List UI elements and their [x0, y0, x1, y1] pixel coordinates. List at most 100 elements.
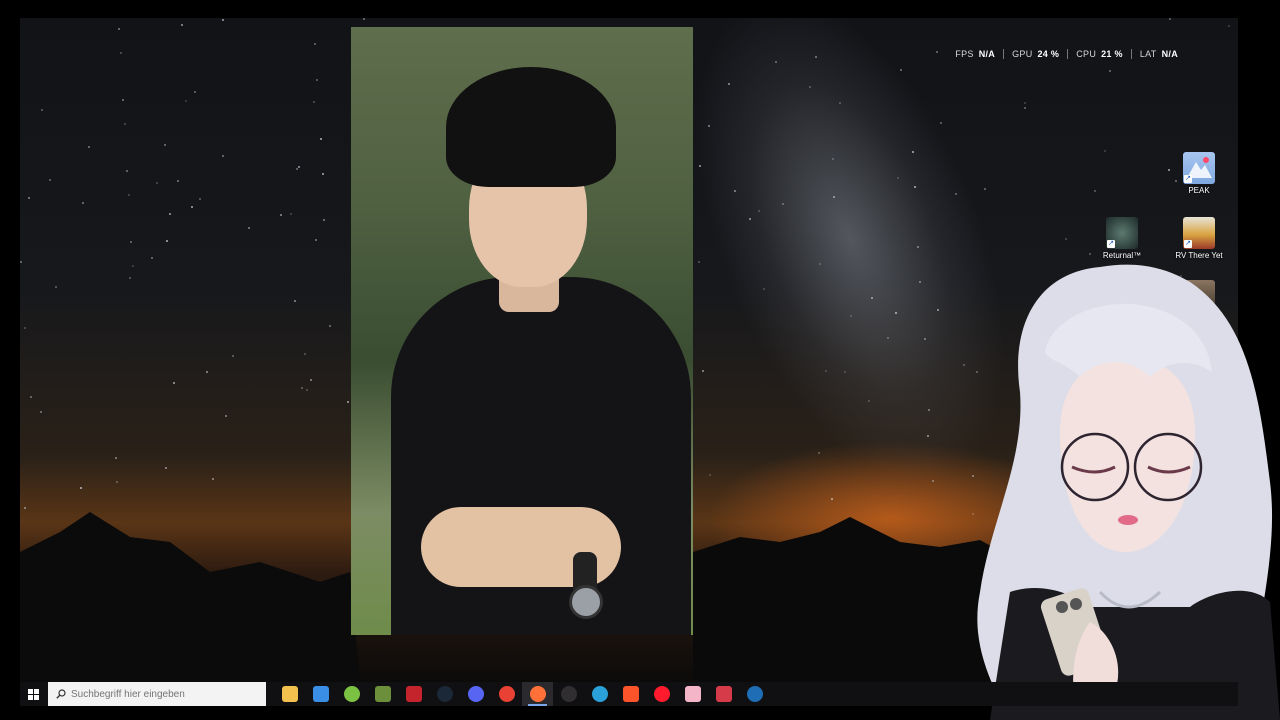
- star: [702, 370, 704, 372]
- star: [955, 193, 957, 195]
- star: [895, 312, 897, 314]
- taskbar-app-discord[interactable]: [460, 682, 491, 706]
- star: [825, 370, 827, 372]
- edge-icon: [591, 686, 608, 702]
- star: [937, 309, 939, 311]
- start-button[interactable]: [22, 682, 44, 706]
- taskbar-app-minecraft[interactable]: [367, 682, 398, 706]
- steam-secondary-icon: [746, 686, 763, 702]
- star: [30, 396, 32, 398]
- star: [301, 387, 303, 389]
- taskbar-app-steam-secondary[interactable]: [739, 682, 770, 706]
- star: [316, 79, 318, 81]
- star: [80, 487, 82, 489]
- star: [844, 371, 846, 373]
- star: [120, 52, 122, 54]
- star: [24, 327, 26, 329]
- taskbar-app-brave[interactable]: [615, 682, 646, 706]
- star: [126, 170, 128, 172]
- star: [1169, 18, 1171, 20]
- opera-icon: [653, 686, 670, 702]
- taskbar-app-firefox[interactable]: [522, 682, 553, 706]
- shortcut-arrow-icon: ↗: [1184, 175, 1192, 183]
- video-window[interactable]: [351, 27, 693, 635]
- star: [924, 338, 926, 340]
- star: [314, 43, 316, 45]
- taskbar-app-file-explorer[interactable]: [274, 682, 305, 706]
- star: [919, 281, 921, 283]
- star: [850, 315, 852, 317]
- star: [1024, 102, 1026, 104]
- star: [1065, 238, 1067, 240]
- star: [871, 297, 873, 299]
- star: [928, 409, 930, 411]
- star: [20, 261, 22, 263]
- shortcut-arrow-icon: ↗: [1184, 240, 1192, 248]
- star: [191, 206, 193, 208]
- star: [28, 197, 30, 199]
- discord-icon: [467, 686, 484, 702]
- star: [763, 288, 765, 290]
- star: [222, 19, 224, 21]
- star: [304, 353, 306, 355]
- performance-overlay: FPS N/A GPU 24 % CPU 21 % LAT N/A: [947, 49, 1186, 59]
- star: [347, 401, 349, 403]
- search-input[interactable]: [71, 688, 251, 700]
- star: [82, 202, 84, 204]
- obs-icon: [560, 686, 577, 702]
- star: [124, 123, 126, 125]
- desktop-icon-label: RV There Yet: [1175, 251, 1223, 260]
- taskbar-app-opera[interactable]: [646, 682, 677, 706]
- star: [122, 99, 124, 101]
- star: [984, 188, 986, 190]
- star: [698, 261, 700, 263]
- star: [900, 69, 902, 71]
- firefox-icon: [529, 686, 546, 702]
- steam-icon: [436, 686, 453, 702]
- mauz-mixer-icon: [405, 686, 422, 702]
- star: [116, 481, 118, 483]
- star: [40, 411, 42, 413]
- taskbar-app-streaming-tool[interactable]: [708, 682, 739, 706]
- star: [887, 337, 889, 339]
- star: [323, 219, 325, 221]
- taskbar-app-android-studio[interactable]: [336, 682, 367, 706]
- star: [181, 24, 183, 26]
- android-studio-icon: [343, 686, 360, 702]
- star: [868, 400, 870, 402]
- star: [728, 83, 730, 85]
- star: [199, 198, 201, 200]
- star: [222, 155, 224, 157]
- star: [912, 151, 914, 153]
- star: [1094, 190, 1096, 192]
- star: [194, 91, 196, 93]
- taskbar-app-obs[interactable]: [553, 682, 584, 706]
- taskbar-app-edge[interactable]: [584, 682, 615, 706]
- star: [320, 138, 322, 140]
- star: [809, 86, 811, 88]
- desktop-icon-rv-there-yet[interactable]: ↗ RV There Yet: [1169, 217, 1229, 260]
- star: [329, 325, 331, 327]
- desktop-icon-peak[interactable]: ↗ PEAK: [1169, 152, 1229, 195]
- taskbar-app-steam[interactable]: [429, 682, 460, 706]
- taskbar-search[interactable]: [48, 682, 266, 706]
- returnal-game-icon: ↗: [1106, 217, 1138, 249]
- taskbar-app-mauz-mixer[interactable]: [398, 682, 429, 706]
- lat-stat: LAT N/A: [1132, 49, 1186, 59]
- taskbar: [20, 682, 1238, 706]
- star: [49, 179, 51, 181]
- file-explorer-icon: [281, 686, 298, 702]
- star: [156, 182, 158, 184]
- chrome-icon: [498, 686, 515, 702]
- fps-stat: FPS N/A: [947, 49, 1005, 59]
- desktop-icon-returnal[interactable]: ↗ Returnal™: [1092, 217, 1152, 260]
- taskbar-app-chrome[interactable]: [491, 682, 522, 706]
- star: [169, 213, 171, 215]
- taskbar-app-microsoft-store[interactable]: [305, 682, 336, 706]
- search-icon: [56, 689, 66, 699]
- star: [173, 382, 175, 384]
- star: [294, 300, 296, 302]
- taskbar-app-vtube-studio[interactable]: [677, 682, 708, 706]
- star: [164, 144, 166, 146]
- cpu-label: CPU: [1076, 49, 1097, 59]
